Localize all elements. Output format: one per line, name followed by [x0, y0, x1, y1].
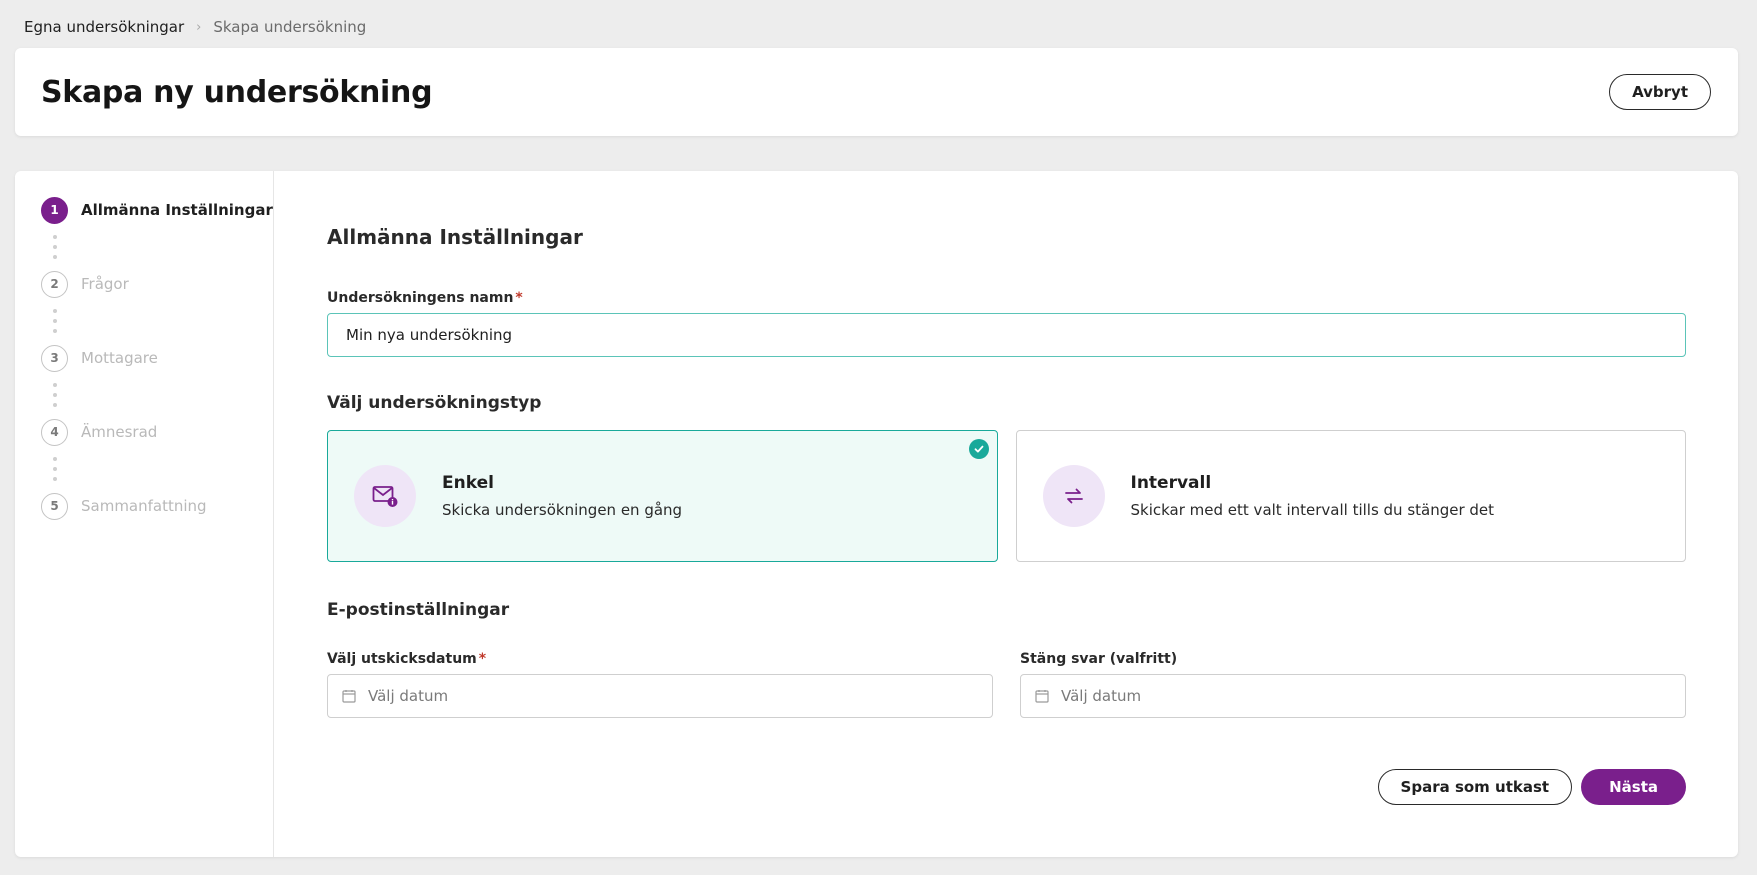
- step-label: Sammanfattning: [81, 497, 207, 515]
- next-button[interactable]: Nästa: [1581, 769, 1686, 805]
- form-content: Allmänna Inställningar Undersökningens n…: [274, 171, 1738, 857]
- send-date-label: Välj utskicksdatum *: [327, 651, 486, 667]
- repeat-icon: [1042, 465, 1105, 527]
- cancel-button[interactable]: Avbryt: [1609, 74, 1711, 110]
- step-number: 3: [41, 344, 68, 372]
- breadcrumb: Egna undersökningar › Skapa undersökning: [24, 18, 366, 36]
- required-marker: *: [515, 290, 523, 306]
- close-date-label: Stäng svar (valfritt): [1020, 651, 1178, 667]
- survey-type-interval[interactable]: Intervall Skickar med ett valt intervall…: [1015, 430, 1686, 562]
- mail-icon: [354, 465, 416, 527]
- survey-type-title: Välj undersökningstyp: [327, 393, 542, 413]
- email-settings-title: E-postinställningar: [327, 600, 510, 620]
- form-actions: Spara som utkast Nästa: [1377, 769, 1686, 805]
- required-marker: *: [478, 651, 487, 667]
- send-date-input[interactable]: Välj datum: [327, 674, 993, 718]
- step-number: 5: [41, 492, 68, 520]
- step-label: Mottagare: [81, 349, 158, 367]
- page-header: Skapa ny undersökning Avbryt: [15, 48, 1738, 136]
- name-field: Undersökningens namn *: [327, 287, 1686, 357]
- check-icon: [968, 439, 989, 459]
- breadcrumb-separator: ›: [196, 19, 202, 35]
- save-draft-button[interactable]: Spara som utkast: [1377, 769, 1573, 805]
- date-placeholder: Välj datum: [1061, 687, 1142, 705]
- step-label: Ämnesrad: [81, 423, 158, 441]
- step-summary[interactable]: 5 Sammanfattning: [41, 492, 273, 520]
- survey-type-title-text: Enkel: [442, 473, 494, 493]
- survey-type-title-text: Intervall: [1130, 473, 1212, 493]
- survey-type-simple[interactable]: Enkel Skicka undersökningen en gång: [327, 430, 998, 562]
- breadcrumb-link-own-surveys[interactable]: Egna undersökningar: [24, 18, 184, 36]
- step-connector: [41, 297, 68, 345]
- step-connector: [41, 371, 68, 419]
- date-fields: Välj utskicksdatum * Välj datum Stäng sva…: [327, 648, 1686, 718]
- date-placeholder: Välj datum: [368, 687, 449, 705]
- close-date-field: Stäng svar (valfritt) Välj datum: [1020, 648, 1686, 718]
- breadcrumb-current: Skapa undersökning: [213, 18, 367, 36]
- step-connector: [41, 445, 68, 493]
- step-questions[interactable]: 2 Frågor: [41, 270, 273, 298]
- step-number: 1: [41, 196, 68, 224]
- page-title: Skapa ny undersökning: [41, 74, 433, 110]
- survey-type-simple-text: Enkel Skicka undersökningen en gång: [442, 473, 682, 519]
- stepper: 1 Allmänna Inställningar 2 Frågor 3 Mott…: [15, 171, 274, 857]
- step-recipients[interactable]: 3 Mottagare: [41, 344, 273, 372]
- survey-type-interval-text: Intervall Skickar med ett valt intervall…: [1131, 473, 1495, 519]
- calendar-icon: [1035, 690, 1049, 703]
- step-general-settings[interactable]: 1 Allmänna Inställningar: [41, 196, 273, 224]
- send-date-field: Välj utskicksdatum * Välj datum: [327, 648, 993, 718]
- main-card: 1 Allmänna Inställningar 2 Frågor 3 Mott…: [15, 171, 1738, 857]
- step-connector: [41, 223, 68, 271]
- step-number: 2: [41, 270, 68, 298]
- survey-type-options: Enkel Skicka undersökningen en gång Inte…: [327, 430, 1686, 562]
- close-date-input[interactable]: Välj datum: [1020, 674, 1686, 718]
- step-subject-line[interactable]: 4 Ämnesrad: [41, 418, 273, 446]
- calendar-icon: [342, 690, 356, 703]
- survey-type-desc: Skickar med ett valt intervall tills du …: [1130, 501, 1495, 519]
- survey-name-input[interactable]: [327, 313, 1686, 357]
- send-date-label-text: Välj utskicksdatum: [327, 651, 477, 667]
- step-number: 4: [41, 418, 68, 446]
- step-label: Frågor: [81, 275, 129, 293]
- name-label: Undersökningens namn *: [327, 290, 523, 306]
- section-title: Allmänna Inställningar: [327, 225, 583, 249]
- survey-type-desc: Skicka undersökningen en gång: [442, 501, 683, 519]
- name-label-text: Undersökningens namn: [327, 290, 514, 306]
- step-label: Allmänna Inställningar: [81, 201, 273, 219]
